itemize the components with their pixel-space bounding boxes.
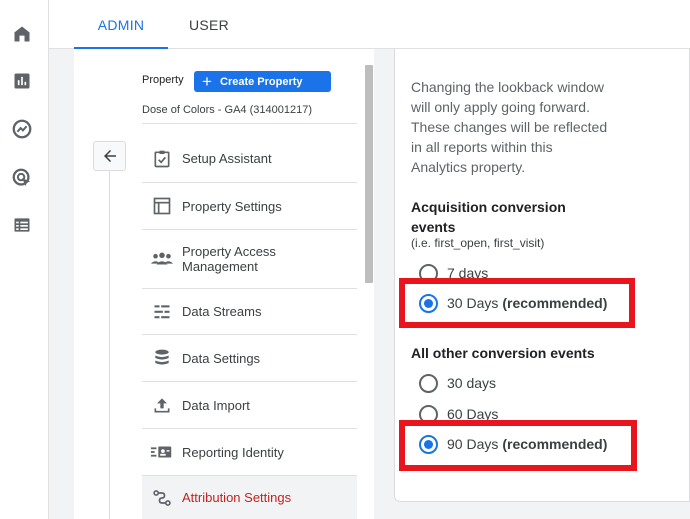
- property-settings-icon: [142, 196, 182, 216]
- sidebar-item-label: Setup Assistant: [182, 151, 272, 166]
- radio-label: 30 Days: [447, 295, 499, 311]
- radio-label: 90 Days: [447, 436, 499, 452]
- other-section-title: All other conversion events: [411, 345, 595, 361]
- radio-label: 7 days: [447, 265, 489, 281]
- radio-label: 30 days: [447, 375, 497, 391]
- database-icon: [142, 348, 182, 368]
- divider: [109, 171, 110, 519]
- create-property-label: Create Property: [220, 75, 303, 88]
- radio-acquisition-30-days[interactable]: 30 Days (recommended): [419, 293, 607, 313]
- upload-icon: [142, 395, 182, 415]
- people-icon: [142, 249, 182, 269]
- radio-other-60-days[interactable]: 60 Days: [419, 404, 498, 424]
- lookback-description: Changing the lookback window will only a…: [411, 79, 608, 175]
- property-selector[interactable]: Dose of Colors - GA4 (314001217): [142, 104, 312, 116]
- sidebar-item-label: Reporting Identity: [182, 444, 284, 460]
- admin-tab-bar: ADMIN USER: [49, 0, 690, 49]
- radio-button[interactable]: [419, 373, 438, 393]
- sidebar-item-label: Data Settings: [182, 350, 261, 366]
- sidebar-item-property-access-management[interactable]: Property Access Management: [142, 230, 357, 289]
- tab-admin[interactable]: ADMIN: [74, 0, 168, 49]
- plus-icon: +: [202, 72, 212, 91]
- radio-acquisition-7-days[interactable]: 7 days: [419, 263, 488, 283]
- tab-user[interactable]: USER: [169, 0, 249, 49]
- left-rail: [0, 0, 49, 519]
- radio-button[interactable]: [419, 263, 438, 283]
- sidebar-item-label: Property Access Management: [182, 244, 276, 274]
- sidebar-item-label: Attribution Settings: [182, 490, 292, 505]
- divider: [142, 123, 357, 124]
- radio-label: 60 Days: [447, 406, 499, 422]
- sidebar-item-label: Data Import: [182, 397, 250, 413]
- radio-button-selected[interactable]: [419, 293, 438, 313]
- arrow-left-icon: [103, 150, 116, 162]
- sidebar-item-property-settings[interactable]: Property Settings: [142, 183, 357, 230]
- bar-chart-icon[interactable]: [10, 69, 34, 93]
- nav-scrollbar[interactable]: [365, 65, 373, 283]
- radio-button[interactable]: [419, 404, 438, 424]
- radio-button-selected[interactable]: [419, 434, 438, 454]
- sidebar-item-label: Property Settings: [182, 198, 282, 214]
- acquisition-section-title: Acquisition conversion events: [411, 199, 566, 235]
- home-icon[interactable]: [10, 22, 34, 46]
- advertising-icon[interactable]: [10, 166, 34, 190]
- list-icon[interactable]: [10, 213, 34, 237]
- sidebar-item-data-settings[interactable]: Data Settings: [142, 335, 357, 382]
- reporting-identity-icon: [142, 442, 182, 462]
- checklist-icon: [142, 149, 182, 169]
- sidebar-item-data-import[interactable]: Data Import: [142, 382, 357, 429]
- attribution-icon: [142, 488, 182, 508]
- sidebar-item-reporting-identity[interactable]: Reporting Identity: [142, 429, 357, 476]
- sidebar-item-attribution-settings[interactable]: Attribution Settings: [142, 476, 357, 519]
- recommended-label: (recommended): [502, 295, 608, 311]
- acquisition-hint: (i.e. first_open, first_visit): [411, 236, 545, 250]
- property-label: Property: [142, 74, 184, 86]
- sidebar-item-label: Data Streams: [182, 304, 262, 319]
- back-button[interactable]: [93, 141, 126, 171]
- sidebar-item-setup-assistant[interactable]: Setup Assistant: [142, 135, 357, 183]
- radio-other-30-days[interactable]: 30 days: [419, 373, 496, 393]
- radio-other-90-days[interactable]: 90 Days (recommended): [419, 434, 607, 454]
- explore-icon[interactable]: [10, 117, 34, 141]
- create-property-button[interactable]: + Create Property: [194, 71, 331, 92]
- recommended-label: (recommended): [502, 436, 608, 452]
- sidebar-item-data-streams[interactable]: Data Streams: [142, 289, 357, 335]
- data-streams-icon: [142, 302, 182, 322]
